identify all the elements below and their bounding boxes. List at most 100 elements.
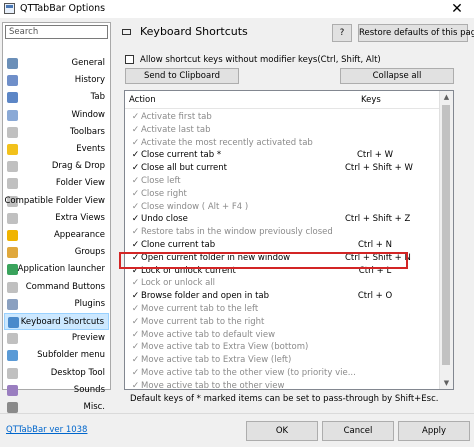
sidebar-item-history[interactable]: History (4, 72, 109, 89)
sound-icon (7, 384, 18, 396)
table-row[interactable]: ✓ Activate last tab (125, 124, 441, 137)
sidebar-item-label: Window (71, 109, 105, 120)
sidebar-item-label: Toolbars (69, 126, 105, 137)
table-row[interactable]: ✓ Move current tab to the right (125, 316, 441, 329)
table-row[interactable]: ✓ Activate first tab (125, 111, 441, 124)
table-row[interactable]: ✓ Close right (125, 188, 441, 201)
checkmark-icon[interactable]: ✓ (131, 292, 140, 301)
checkmark-icon[interactable]: ✓ (131, 215, 140, 224)
sidebar-item-general[interactable]: General (4, 55, 109, 72)
allow-unmodified-keys-label: Allow shortcut keys without modifier key… (140, 55, 381, 65)
unchecked-checkmark-icon[interactable]: ✓ (131, 369, 140, 378)
unchecked-checkmark-icon[interactable]: ✓ (131, 279, 140, 288)
sidebar-item-extra-views[interactable]: Extra Views (4, 210, 109, 227)
drag-drop-icon (7, 161, 18, 173)
table-row[interactable]: ✓ Clone current tab Ctrl + N (125, 239, 441, 252)
unchecked-checkmark-icon[interactable]: ✓ (131, 177, 140, 186)
row-action: Close window ( Alt + F4 ) (141, 201, 249, 212)
collapse-all-button[interactable]: Collapse all (340, 68, 454, 84)
row-action: Move active tab to Extra View (left) (141, 355, 292, 366)
scroll-down-arrow-icon[interactable]: ▼ (440, 377, 453, 389)
tab-icon (7, 92, 18, 104)
row-action: Undo close (141, 214, 188, 225)
row-keys: Ctrl + W (356, 150, 394, 161)
sidebar-item-drag-drop[interactable]: Drag & Drop (4, 158, 109, 175)
row-action: Close right (141, 188, 187, 199)
unchecked-checkmark-icon[interactable]: ✓ (131, 356, 140, 365)
unchecked-checkmark-icon[interactable]: ✓ (131, 228, 140, 237)
table-row[interactable]: ✓ Undo close Ctrl + Shift + Z (125, 213, 441, 226)
table-row[interactable]: ✓ Restore tabs in the window previously c… (125, 226, 441, 239)
restore-defaults-button[interactable]: Restore defaults of this page (358, 24, 474, 42)
row-action: Move current tab to the left (141, 304, 259, 314)
unchecked-checkmark-icon[interactable]: ✓ (131, 317, 140, 327)
scroll-thumb[interactable] (442, 105, 450, 365)
apply-button[interactable]: Apply (398, 421, 470, 441)
unchecked-checkmark-icon[interactable]: ✓ (131, 305, 140, 314)
unchecked-checkmark-icon[interactable]: ✓ (131, 330, 140, 340)
sidebar-item-toolbars[interactable]: Toolbars (4, 124, 109, 141)
unchecked-checkmark-icon[interactable]: ✓ (131, 189, 140, 199)
sidebar-item-application-launcher[interactable]: Application launcher (4, 261, 109, 278)
unchecked-checkmark-icon[interactable]: ✓ (131, 125, 140, 135)
checkmark-icon[interactable]: ✓ (131, 151, 140, 160)
checkmark-icon[interactable]: ✓ (131, 164, 140, 173)
row-action: Activate the most recently activated tab (141, 137, 313, 148)
sidebar-item-sounds[interactable]: Sounds (4, 382, 109, 399)
sidebar-item-events[interactable]: Events (4, 141, 109, 158)
table-row[interactable]: ✓ Close window ( Alt + F4 ) (125, 201, 441, 214)
table-row[interactable]: ✓ Move active tab to the other view (to p… (125, 367, 441, 380)
sidebar-item-command-buttons[interactable]: Command Buttons (4, 279, 109, 296)
sidebar-item-compatible-folder-view[interactable]: Compatible Folder View (4, 193, 109, 210)
table-row[interactable]: ✓ Move current tab to the left (125, 303, 441, 316)
sidebar-item-keyboard-shortcuts[interactable]: Keyboard Shortcuts (4, 313, 109, 330)
sidebar-item-appearance[interactable]: Appearance (4, 227, 109, 244)
table-row[interactable]: ✓ Close current tab * Ctrl + W (125, 149, 441, 162)
table-row[interactable]: ✓ Move active tab to default view (125, 329, 441, 342)
sidebar-item-desktop-tool[interactable]: Desktop Tool (4, 365, 109, 382)
table-row[interactable]: ✓ Browse folder and open in tab Ctrl + O (125, 290, 441, 303)
preview-icon (7, 333, 18, 345)
keyboard-icon (8, 317, 19, 328)
version-link[interactable]: QTTabBar ver 1038 (6, 425, 87, 435)
sidebar-item-groups[interactable]: Groups (4, 244, 109, 261)
send-to-clipboard-button[interactable]: Send to Clipboard (125, 68, 239, 84)
unchecked-checkmark-icon[interactable]: ✓ (131, 202, 140, 212)
sidebar-item-label: Subfolder menu (37, 350, 105, 361)
sidebar-item-window[interactable]: Window (4, 107, 109, 124)
table-row[interactable]: ✓ Activate the most recently activated ta… (125, 137, 441, 150)
window-icon (7, 109, 18, 121)
help-button[interactable]: ? (332, 24, 352, 42)
column-header-action[interactable]: Action (129, 95, 156, 105)
close-window-button[interactable]: ✕ (444, 0, 470, 18)
sidebar-item-preview[interactable]: Preview (4, 330, 109, 347)
sidebar-item-plugins[interactable]: Plugins (4, 296, 109, 313)
unchecked-checkmark-icon[interactable]: ✓ (131, 343, 140, 352)
sidebar-item-subfolder-menu[interactable]: Subfolder menu (4, 347, 109, 364)
table-row[interactable]: ✓ Close left (125, 175, 441, 188)
scroll-up-arrow-icon[interactable]: ▲ (440, 91, 453, 103)
misc-icon (7, 402, 18, 413)
table-row[interactable]: ✓ Lock or unlock all (125, 277, 441, 290)
sidebar-item-label: History (74, 75, 105, 86)
cancel-button[interactable]: Cancel (322, 421, 394, 441)
sidebar-item-tab[interactable]: Tab (4, 89, 109, 106)
row-action: Move active tab to the other view (141, 380, 285, 390)
search-input[interactable] (5, 25, 108, 39)
allow-unmodified-keys-checkbox[interactable] (125, 55, 134, 64)
page-title: Keyboard Shortcuts (140, 25, 248, 38)
sidebar-item-label: Preview (71, 333, 105, 344)
table-row[interactable]: ✓ Close all but current Ctrl + Shift + W (125, 162, 441, 175)
table-row[interactable]: ✓ Move active tab to Extra View (left) (125, 354, 441, 367)
ok-button[interactable]: OK (246, 421, 318, 441)
unchecked-checkmark-icon[interactable]: ✓ (131, 381, 140, 389)
unchecked-checkmark-icon[interactable]: ✓ (131, 138, 140, 148)
sidebar-item-folder-view[interactable]: Folder View (4, 175, 109, 192)
unchecked-checkmark-icon[interactable]: ✓ (131, 113, 140, 122)
checkmark-icon[interactable]: ✓ (131, 241, 140, 250)
table-row[interactable]: ✓ Move active tab to Extra View (bottom) (125, 341, 441, 354)
table-row[interactable]: ✓ Move active tab to the other view (125, 380, 441, 390)
vertical-scrollbar[interactable]: ▲ ▼ (439, 91, 453, 389)
column-header-keys[interactable]: Keys (361, 95, 381, 105)
row-action: Browse folder and open in tab (141, 291, 270, 302)
